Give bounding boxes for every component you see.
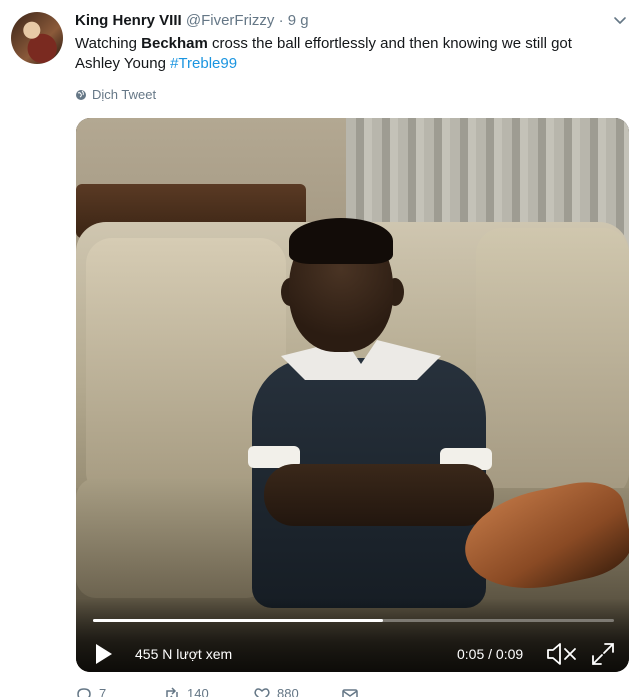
tweet-text-part1: Watching	[75, 35, 142, 52]
reply-icon	[77, 688, 91, 697]
video-frame	[76, 118, 629, 672]
play-icon[interactable]	[94, 642, 114, 666]
tweet-header: King Henry VIII @FiverFrizzy · 9 g	[75, 12, 309, 30]
progress-fill	[93, 619, 383, 622]
progress-bar[interactable]	[93, 619, 614, 622]
separator-dot: ·	[278, 12, 284, 29]
translate-label: Dịch Tweet	[92, 87, 157, 102]
like-button[interactable]: 880	[253, 686, 299, 697]
tweet-text-bold: Beckham	[141, 35, 208, 52]
tweet-time[interactable]: 9 g	[288, 12, 309, 29]
envelope-icon	[342, 689, 358, 697]
translate-tweet-link[interactable]: Dịch Tweet	[75, 87, 156, 102]
message-button[interactable]	[341, 686, 359, 697]
retweet-count: 140	[187, 686, 209, 697]
reply-count: 7	[99, 686, 107, 697]
retweet-icon	[166, 687, 178, 697]
reply-button[interactable]: 7	[75, 686, 106, 697]
fullscreen-icon[interactable]	[590, 641, 616, 667]
chevron-down-icon[interactable]	[612, 12, 628, 28]
tweet-text: Watching Beckham cross the ball effortle…	[75, 34, 615, 74]
video-controls: 455 N lượt xem 0:05 / 0:09	[76, 598, 629, 672]
retweet-button[interactable]: 140	[163, 686, 209, 697]
muted-speaker-icon[interactable]	[546, 641, 578, 667]
display-name[interactable]: King Henry VIII	[75, 12, 182, 29]
timecode: 0:05 / 0:09	[457, 646, 524, 662]
heart-icon	[254, 688, 270, 697]
tweet: King Henry VIII @FiverFrizzy · 9 g Watch…	[0, 0, 640, 697]
hashtag-link[interactable]: #Treble99	[170, 55, 237, 72]
like-count: 880	[277, 686, 299, 697]
tweet-actions: 7 140 880	[75, 686, 475, 697]
globe-icon	[76, 89, 86, 100]
video-player[interactable]: 455 N lượt xem 0:05 / 0:09	[76, 118, 629, 672]
view-count: 455 N lượt xem	[135, 646, 233, 662]
avatar[interactable]	[11, 12, 63, 64]
user-handle[interactable]: @FiverFrizzy	[186, 12, 275, 29]
